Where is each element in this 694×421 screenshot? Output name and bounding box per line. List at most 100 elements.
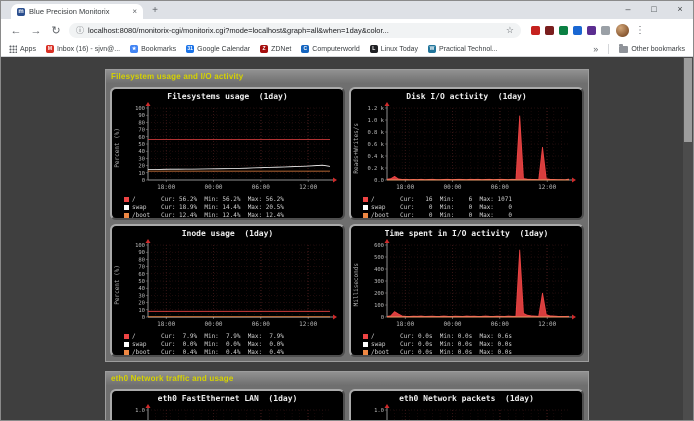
address-bar[interactable]: ⓘ localhost:8080/monitorix-cgi/monitorix… (69, 23, 521, 38)
legend-swatch (363, 350, 368, 355)
bookmark-zdnet-icon: Z (260, 45, 268, 53)
extension-6-icon[interactable] (601, 26, 610, 35)
svg-text:18:00: 18:00 (157, 321, 175, 328)
tab-strip: m Blue Precision Monitorix × + – □ × (1, 1, 693, 19)
svg-text:06:00: 06:00 (252, 184, 270, 191)
tab-close-icon[interactable]: × (132, 7, 137, 16)
chart-plot: 0.00.2 k0.4 k0.6 k0.8 k1.0 k1.2 k18:0000… (361, 102, 579, 194)
chart-plot: 010020030040050060018:0000:0006:0012:00 (361, 239, 579, 331)
svg-text:50: 50 (138, 142, 145, 148)
svg-text:12:00: 12:00 (299, 321, 317, 328)
folder-icon (619, 46, 628, 53)
scrollbar-thumb[interactable] (684, 58, 692, 142)
svg-text:00:00: 00:00 (443, 184, 461, 191)
chart-title: Time spent in I/O activity (1day) (351, 228, 582, 239)
chart-legend: /Cur: 0.0s Min: 0.0s Max: 0.6sswapCur: 0… (351, 331, 582, 356)
reload-icon[interactable]: ↻ (49, 24, 63, 37)
svg-text:12:00: 12:00 (538, 321, 556, 328)
legend-row: /bootCur: 0.4% Min: 0.4% Max: 0.4% (124, 348, 343, 356)
svg-text:1.0: 1.0 (135, 408, 145, 414)
legend-swatch (363, 213, 368, 218)
legend-swatch (363, 205, 368, 210)
chart-eth0-traffic[interactable]: eth0 FastEthernet LAN (1day) 1.00.80.60.… (110, 389, 345, 420)
legend-label: swap (132, 204, 158, 211)
browser-tab[interactable]: m Blue Precision Monitorix × (11, 4, 143, 19)
svg-text:600: 600 (374, 243, 384, 249)
legend-label: / (132, 196, 158, 203)
svg-text:0.2 k: 0.2 k (367, 166, 384, 172)
legend-row: /Cur: 56.2% Min: 56.2% Max: 56.2% (124, 195, 343, 203)
extension-2-icon[interactable] (545, 26, 554, 35)
svg-text:12:00: 12:00 (538, 184, 556, 191)
svg-text:06:00: 06:00 (491, 321, 509, 328)
bookmark-inbox[interactable]: MInbox (16) - sjvn@... (46, 45, 120, 53)
chart-inode-usage[interactable]: Inode usage (1day) Percent (%) 010203040… (110, 224, 345, 357)
bookmark-zdnet[interactable]: ZZDNet (260, 45, 291, 53)
y-axis-label: Milliseconds (351, 239, 361, 331)
legend-label: /boot (371, 212, 397, 219)
svg-text:00:00: 00:00 (204, 184, 222, 191)
svg-text:70: 70 (138, 128, 145, 134)
other-bookmarks-button[interactable]: Other bookmarks (619, 46, 685, 53)
monitorix-report: Filesystem usage and I/O activity Filesy… (105, 69, 589, 420)
bookmark-computerworld[interactable]: CComputerworld (301, 45, 359, 53)
svg-text:0: 0 (381, 315, 384, 321)
svg-text:0: 0 (142, 178, 145, 184)
bookmark-practical-technology[interactable]: WPractical Technol... (428, 45, 498, 53)
chart-legend: /Cur: 56.2% Min: 56.2% Max: 56.2%swapCur… (112, 194, 343, 219)
chart-filesystems-usage[interactable]: Filesystems usage (1day) Percent (%) 010… (110, 87, 345, 220)
bookmark-linux-today[interactable]: LLinux Today (370, 45, 418, 53)
chart-plot: 1.00.80.60.40.20.018:0000:0006:0012:00 (122, 404, 340, 420)
section-filesystem: Filesystem usage and I/O activity Filesy… (105, 69, 589, 362)
svg-text:20: 20 (138, 301, 145, 307)
chart-eth0-packets[interactable]: eth0 Network packets (1day) 1.00.80.60.4… (349, 389, 584, 420)
svg-text:80: 80 (138, 257, 145, 263)
extension-1-icon[interactable] (531, 26, 540, 35)
bookmark-bookmarks[interactable]: ★Bookmarks (130, 45, 176, 53)
chart-time-in-io[interactable]: Time spent in I/O activity (1day) Millis… (349, 224, 584, 357)
apps-shortcut[interactable]: Apps (9, 45, 36, 53)
bookmark-label: ZDNet (271, 46, 291, 53)
extension-4-icon[interactable] (573, 26, 582, 35)
forward-icon[interactable]: → (29, 25, 43, 37)
svg-text:100: 100 (135, 243, 145, 249)
bookmarks-overflow-icon[interactable]: » (593, 44, 598, 54)
page-content: Filesystem usage and I/O activity Filesy… (1, 57, 693, 420)
legend-row: swapCur: 0.0% Min: 0.0% Max: 0.0% (124, 340, 343, 348)
chart-disk-io-activity[interactable]: Disk I/O activity (1day) Reads+Writes/s … (349, 87, 584, 220)
chart-plot: 010203040506070809010018:0000:0006:0012:… (122, 239, 340, 331)
legend-swatch (124, 342, 129, 347)
bookmark-label: Google Calendar (197, 46, 250, 53)
close-button[interactable]: × (667, 1, 693, 18)
extension-3-icon[interactable] (559, 26, 568, 35)
bookmark-google-calendar[interactable]: 31Google Calendar (186, 45, 250, 53)
svg-text:40: 40 (138, 149, 145, 155)
bookmark-star-icon[interactable]: ☆ (506, 25, 514, 36)
svg-text:20: 20 (138, 164, 145, 170)
svg-text:00:00: 00:00 (443, 321, 461, 328)
scrollbar[interactable] (683, 57, 693, 420)
extension-5-icon[interactable] (587, 26, 596, 35)
svg-text:00:00: 00:00 (204, 321, 222, 328)
profile-avatar[interactable] (616, 24, 629, 37)
bookmark-inbox-icon: M (46, 45, 54, 53)
minimize-button[interactable]: – (615, 1, 641, 18)
svg-text:18:00: 18:00 (396, 184, 414, 191)
extension-icons (531, 26, 610, 35)
chart-plot: 010203040506070809010018:0000:0006:0012:… (122, 102, 340, 194)
legend-values: Cur: 0 Min: 0 Max: 0 (400, 204, 512, 211)
svg-text:18:00: 18:00 (396, 321, 414, 328)
chart-title: eth0 Network packets (1day) (351, 393, 582, 404)
svg-text:40: 40 (138, 286, 145, 292)
browser-menu-icon[interactable]: ⋮ (635, 25, 645, 36)
page-info-icon[interactable]: ⓘ (76, 25, 84, 36)
svg-text:90: 90 (138, 250, 145, 256)
legend-swatch (124, 213, 129, 218)
maximize-button[interactable]: □ (641, 1, 667, 18)
new-tab-button[interactable]: + (147, 4, 163, 18)
svg-text:400: 400 (374, 267, 384, 273)
back-icon[interactable]: ← (9, 25, 23, 37)
bookmark-label: Computerworld (312, 46, 359, 53)
y-axis-label: Percent (%) (112, 102, 122, 194)
url-text: localhost:8080/monitorix-cgi/monitorix.c… (88, 26, 502, 35)
